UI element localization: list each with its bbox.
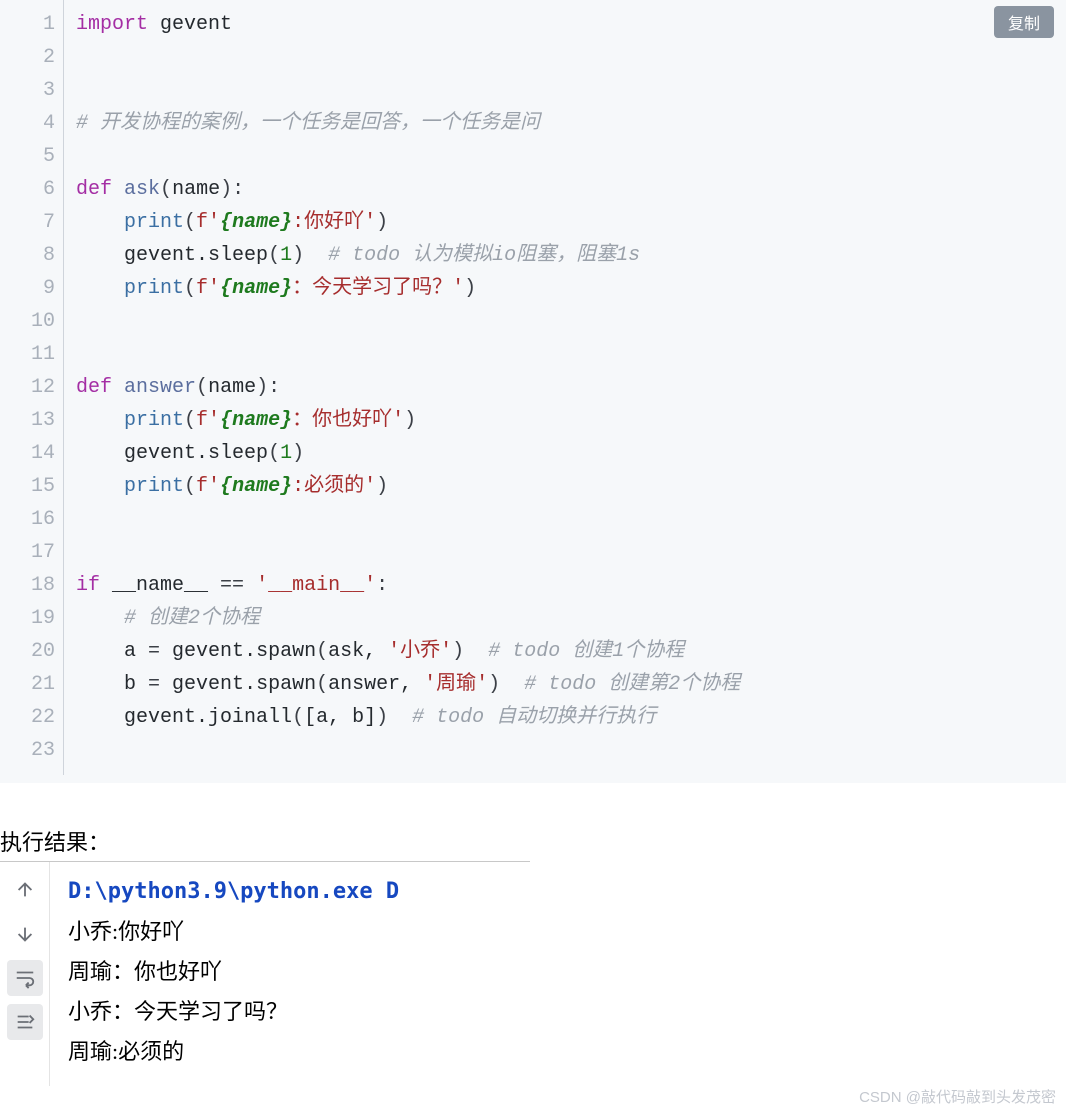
line-number: 12 — [0, 371, 55, 404]
line-number: 18 — [0, 569, 55, 602]
line-number: 23 — [0, 734, 55, 767]
watermark: CSDN @敲代码敲到头发茂密 — [859, 1086, 1056, 1107]
code-line: gevent.sleep(1) # todo 认为模拟io阻塞，阻塞1s — [76, 239, 1066, 272]
line-number: 9 — [0, 272, 55, 305]
scroll-to-end-icon[interactable] — [7, 1004, 43, 1040]
code-area[interactable]: import gevent # 开发协程的案例，一个任务是回答，一个任务是问 d… — [64, 0, 1066, 775]
line-number-gutter: 1 2 3 4 5 6 7 8 9 10 11 12 13 14 15 16 1… — [0, 0, 64, 775]
code-line: b = gevent.spawn(answer, '周瑜') # todo 创建… — [76, 668, 1066, 701]
code-line: print(f'{name}:必须的') — [76, 470, 1066, 503]
code-line: # 开发协程的案例，一个任务是回答，一个任务是问 — [76, 107, 1066, 140]
code-line — [76, 305, 1066, 338]
code-line: print(f'{name}：你也好吖') — [76, 404, 1066, 437]
code-line: a = gevent.spawn(ask, '小乔') # todo 创建1个协… — [76, 635, 1066, 668]
line-number: 5 — [0, 140, 55, 173]
result-panel: D:\python3.9\python.exe D 小乔:你好吖 周瑜：你也好吖… — [0, 861, 530, 1086]
line-number: 8 — [0, 239, 55, 272]
line-number: 21 — [0, 668, 55, 701]
arrow-up-icon[interactable] — [7, 872, 43, 908]
code-line — [76, 338, 1066, 371]
code-block: 复制 1 2 3 4 5 6 7 8 9 10 11 12 13 14 15 1… — [0, 0, 1066, 783]
output-line: 小乔：今天学习了吗？ — [68, 992, 530, 1032]
code-line: print(f'{name}：今天学习了吗？') — [76, 272, 1066, 305]
code-line: if __name__ == '__main__': — [76, 569, 1066, 602]
line-number: 1 — [0, 8, 55, 41]
soft-wrap-icon[interactable] — [7, 960, 43, 996]
code-line: def ask(name): — [76, 173, 1066, 206]
output-line: 周瑜:必须的 — [68, 1032, 530, 1072]
line-number: 10 — [0, 305, 55, 338]
console-output[interactable]: D:\python3.9\python.exe D 小乔:你好吖 周瑜：你也好吖… — [50, 862, 530, 1086]
line-number: 11 — [0, 338, 55, 371]
line-number: 7 — [0, 206, 55, 239]
code-line — [76, 41, 1066, 74]
result-label: 执行结果： — [0, 825, 1066, 857]
output-line: 周瑜：你也好吖 — [68, 952, 530, 992]
line-number: 19 — [0, 602, 55, 635]
line-number: 13 — [0, 404, 55, 437]
code-line — [76, 536, 1066, 569]
line-number: 14 — [0, 437, 55, 470]
code-line — [76, 734, 1066, 767]
arrow-down-icon[interactable] — [7, 916, 43, 952]
code-line: # 创建2个协程 — [76, 602, 1066, 635]
code-line — [76, 503, 1066, 536]
line-number: 22 — [0, 701, 55, 734]
code-line — [76, 74, 1066, 107]
code-line: def answer(name): — [76, 371, 1066, 404]
line-number: 2 — [0, 41, 55, 74]
line-number: 16 — [0, 503, 55, 536]
code-line: gevent.joinall([a, b]) # todo 自动切换并行执行 — [76, 701, 1066, 734]
code-line: print(f'{name}:你好吖') — [76, 206, 1066, 239]
line-number: 17 — [0, 536, 55, 569]
code-line: gevent.sleep(1) — [76, 437, 1066, 470]
output-line: 小乔:你好吖 — [68, 912, 530, 952]
line-number: 3 — [0, 74, 55, 107]
code-line: import gevent — [76, 8, 1066, 41]
line-number: 6 — [0, 173, 55, 206]
output-command: D:\python3.9\python.exe D — [68, 872, 530, 912]
console-toolbar — [0, 862, 50, 1086]
copy-button[interactable]: 复制 — [994, 6, 1054, 38]
line-number: 15 — [0, 470, 55, 503]
line-number: 20 — [0, 635, 55, 668]
code-line — [76, 140, 1066, 173]
line-number: 4 — [0, 107, 55, 140]
